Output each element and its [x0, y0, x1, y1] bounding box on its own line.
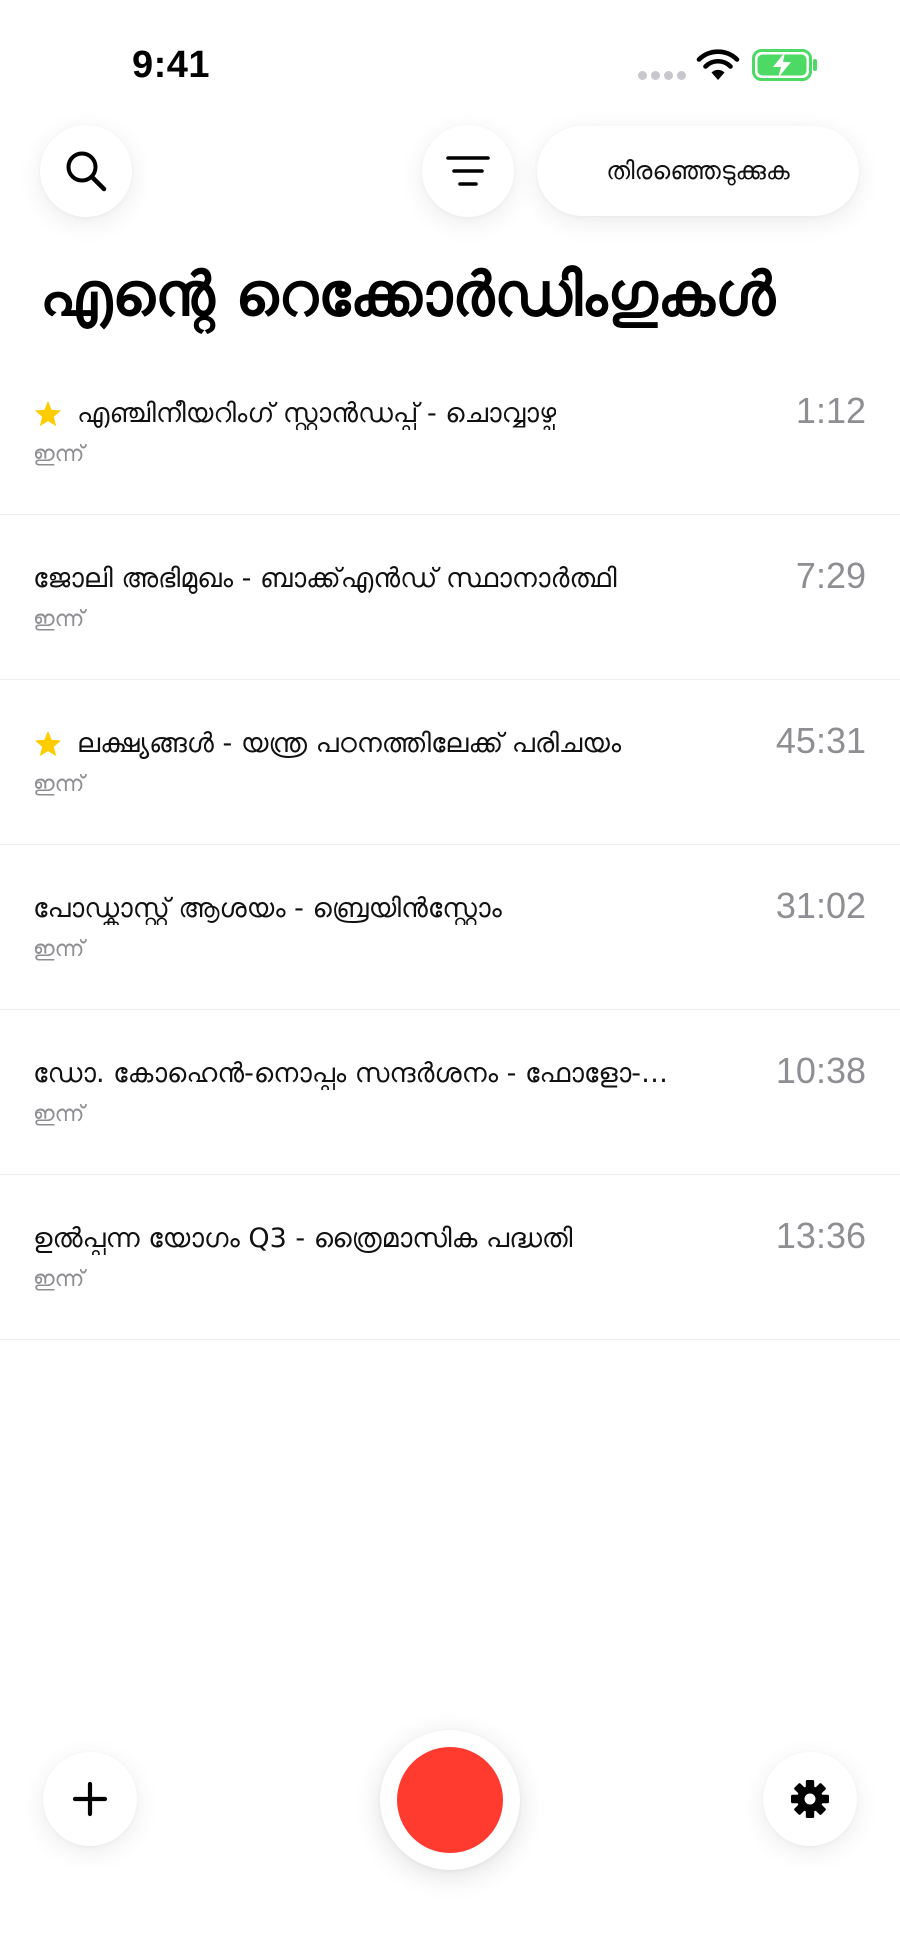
- record-button[interactable]: [380, 1730, 520, 1870]
- recording-duration: 10:38: [775, 1050, 866, 1091]
- recording-duration: 45:31: [775, 720, 866, 761]
- recording-row[interactable]: പോഡ്കാസ്റ്റ് ആശയം - ബ്രെയിൻസ്റ്റോം ഇന്ന്…: [0, 845, 900, 1010]
- page-title: എന്റെ റെക്കോർഡിംഗുകൾ: [40, 260, 776, 330]
- cellular-signal-icon: [638, 71, 686, 81]
- star-icon: [34, 730, 62, 757]
- recording-duration: 7:29: [795, 555, 866, 596]
- status-time: 9:41: [132, 44, 211, 86]
- recording-date: ഇന്ന്: [33, 937, 85, 962]
- recording-date: ഇന്ന്: [33, 1267, 85, 1292]
- row-title-wrap: ജോലി അഭിമുഖം - ബാക്ക്എൻഡ് സ്ഥാനാർത്ഥി: [33, 557, 723, 601]
- record-icon: [397, 1747, 503, 1853]
- status-bar: 9:41: [0, 0, 900, 120]
- recording-date: ഇന്ന്: [33, 772, 85, 797]
- row-title-wrap: ഉൽപ്പന്ന യോഗം Q3 - ത്രൈമാസിക പദ്ധതി: [33, 1217, 723, 1261]
- recording-duration: 1:12: [795, 390, 866, 431]
- recording-date: ഇന്ന്: [33, 607, 85, 632]
- plus-icon: [72, 1781, 108, 1817]
- recording-row[interactable]: ഡോ. കോഹെൻ-നൊപ്പം സന്ദർശനം - ഫോളോ-… ഇന്ന്…: [0, 1010, 900, 1175]
- settings-button[interactable]: [763, 1752, 857, 1846]
- recording-date: ഇന്ന്: [33, 442, 85, 467]
- row-title-wrap: ഡോ. കോഹെൻ-നൊപ്പം സന്ദർശനം - ഫോളോ-…: [33, 1052, 723, 1096]
- recording-row[interactable]: ജോലി അഭിമുഖം - ബാക്ക്എൻഡ് സ്ഥാനാർത്ഥി ഇന…: [0, 515, 900, 680]
- recording-date: ഇന്ന്: [33, 1102, 85, 1127]
- select-button[interactable]: തിരഞ്ഞെടുക്കുക: [537, 126, 859, 216]
- recording-duration: 31:02: [775, 885, 866, 926]
- filter-button[interactable]: [422, 125, 514, 217]
- recording-duration: 13:36: [775, 1215, 866, 1256]
- recordings-screen: 9:41 തിരഞ്ഞെടുക്കുക എന്റെ റെക്കോർഡിംഗുകൾ…: [0, 0, 900, 1950]
- filter-icon: [446, 156, 490, 186]
- recording-row[interactable]: ലക്ഷ്യങ്ങൾ - യന്ത്ര പഠനത്തിലേക്ക് പരിചയം…: [0, 680, 900, 845]
- add-button[interactable]: [43, 1752, 137, 1846]
- recording-title: ഡോ. കോഹെൻ-നൊപ്പം സന്ദർശനം - ഫോളോ-…: [33, 1058, 669, 1089]
- recording-row[interactable]: എഞ്ചിനീയറിംഗ് സ്റ്റാൻഡപ്പ് - ചൊവ്വാഴ്ച ഇ…: [0, 350, 900, 515]
- search-icon: [66, 151, 107, 192]
- star-icon: [34, 400, 62, 427]
- recording-title: പോഡ്കാസ്റ്റ് ആശയം - ബ്രെയിൻസ്റ്റോം: [33, 893, 502, 924]
- recording-row[interactable]: ഉൽപ്പന്ന യോഗം Q3 - ത്രൈമാസിക പദ്ധതി ഇന്ന…: [0, 1175, 900, 1340]
- recordings-list: എഞ്ചിനീയറിംഗ് സ്റ്റാൻഡപ്പ് - ചൊവ്വാഴ്ച ഇ…: [0, 350, 900, 1340]
- row-title-wrap: പോഡ്കാസ്റ്റ് ആശയം - ബ്രെയിൻസ്റ്റോം: [33, 887, 723, 931]
- search-button[interactable]: [40, 125, 132, 217]
- gear-icon: [791, 1780, 829, 1818]
- row-title-wrap: എഞ്ചിനീയറിംഗ് സ്റ്റാൻഡപ്പ് - ചൊവ്വാഴ്ച: [33, 392, 723, 436]
- wifi-icon: [696, 49, 740, 80]
- recording-title: ഉൽപ്പന്ന യോഗം Q3 - ത്രൈമാസിക പദ്ധതി: [33, 1223, 573, 1254]
- recording-title: എഞ്ചിനീയറിംഗ് സ്റ്റാൻഡപ്പ് - ചൊവ്വാഴ്ച: [77, 398, 557, 429]
- recording-title: ലക്ഷ്യങ്ങൾ - യന്ത്ര പഠനത്തിലേക്ക് പരിചയം: [77, 728, 622, 759]
- recording-title: ജോലി അഭിമുഖം - ബാക്ക്എൻഡ് സ്ഥാനാർത്ഥി: [33, 563, 617, 594]
- row-title-wrap: ലക്ഷ്യങ്ങൾ - യന്ത്ര പഠനത്തിലേക്ക് പരിചയം: [33, 722, 723, 766]
- battery-charging-icon: [752, 49, 817, 81]
